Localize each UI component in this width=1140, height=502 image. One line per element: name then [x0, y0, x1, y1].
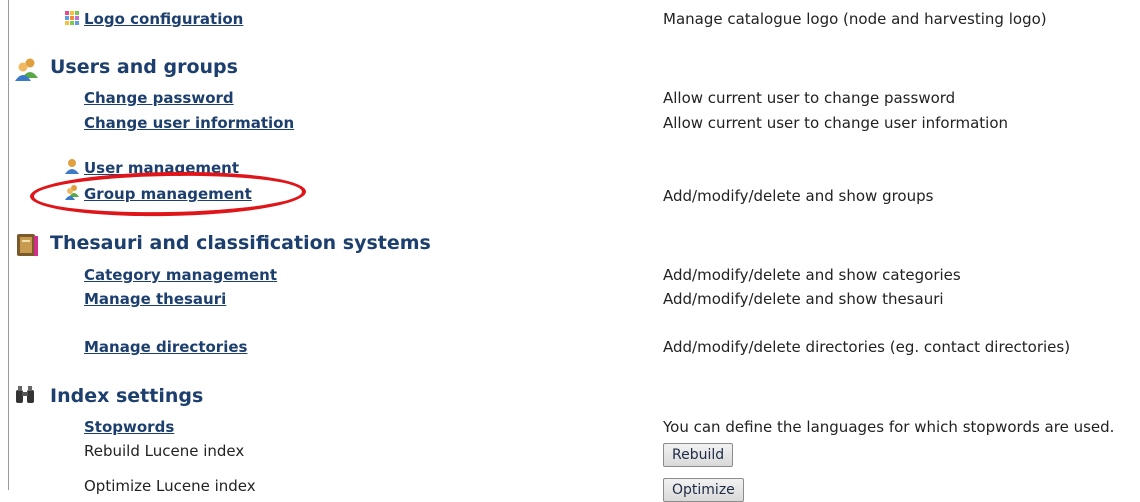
change-user-information-description: Allow current user to change user inform…	[663, 114, 1009, 132]
manage-thesauri-link[interactable]: Manage thesauri	[84, 289, 226, 309]
change-password-description: Allow current user to change password	[663, 89, 956, 107]
group-management-link[interactable]: Group management	[84, 184, 252, 204]
binoculars-icon	[16, 386, 34, 403]
section-title-thesauri: Thesauri and classification systems	[50, 232, 431, 254]
section-title-index-settings: Index settings	[50, 385, 204, 407]
user-icon	[65, 159, 79, 174]
optimize-index-label: Optimize Lucene index	[84, 477, 256, 495]
users-group-icon	[15, 58, 38, 81]
change-user-information-link[interactable]: Change user information	[84, 113, 294, 133]
section-title-users-groups: Users and groups	[50, 56, 238, 78]
optimize-button[interactable]: Optimize	[663, 478, 744, 502]
manage-directories-link[interactable]: Manage directories	[84, 337, 247, 357]
logo-grid-icon	[65, 11, 79, 25]
stopwords-link[interactable]: Stopwords	[84, 417, 174, 437]
logo-configuration-description: Manage catalogue logo (node and harvesti…	[663, 10, 1047, 28]
group-management-description: Add/modify/delete and show groups	[663, 187, 934, 205]
rebuild-index-label: Rebuild Lucene index	[84, 442, 245, 460]
user-management-link[interactable]: User management	[84, 158, 239, 178]
left-border	[8, 0, 9, 490]
stopwords-description: You can define the languages for which s…	[663, 418, 1115, 436]
change-password-link[interactable]: Change password	[84, 88, 234, 108]
manage-directories-description: Add/modify/delete directories (eg. conta…	[663, 338, 1071, 356]
category-management-description: Add/modify/delete and show categories	[663, 266, 961, 284]
logo-configuration-link[interactable]: Logo configuration	[84, 9, 243, 29]
category-management-link[interactable]: Category management	[84, 265, 277, 285]
rebuild-button[interactable]: Rebuild	[663, 443, 734, 467]
group-icon	[65, 185, 79, 200]
manage-thesauri-description: Add/modify/delete and show thesauri	[663, 290, 944, 308]
book-icon	[17, 234, 38, 256]
